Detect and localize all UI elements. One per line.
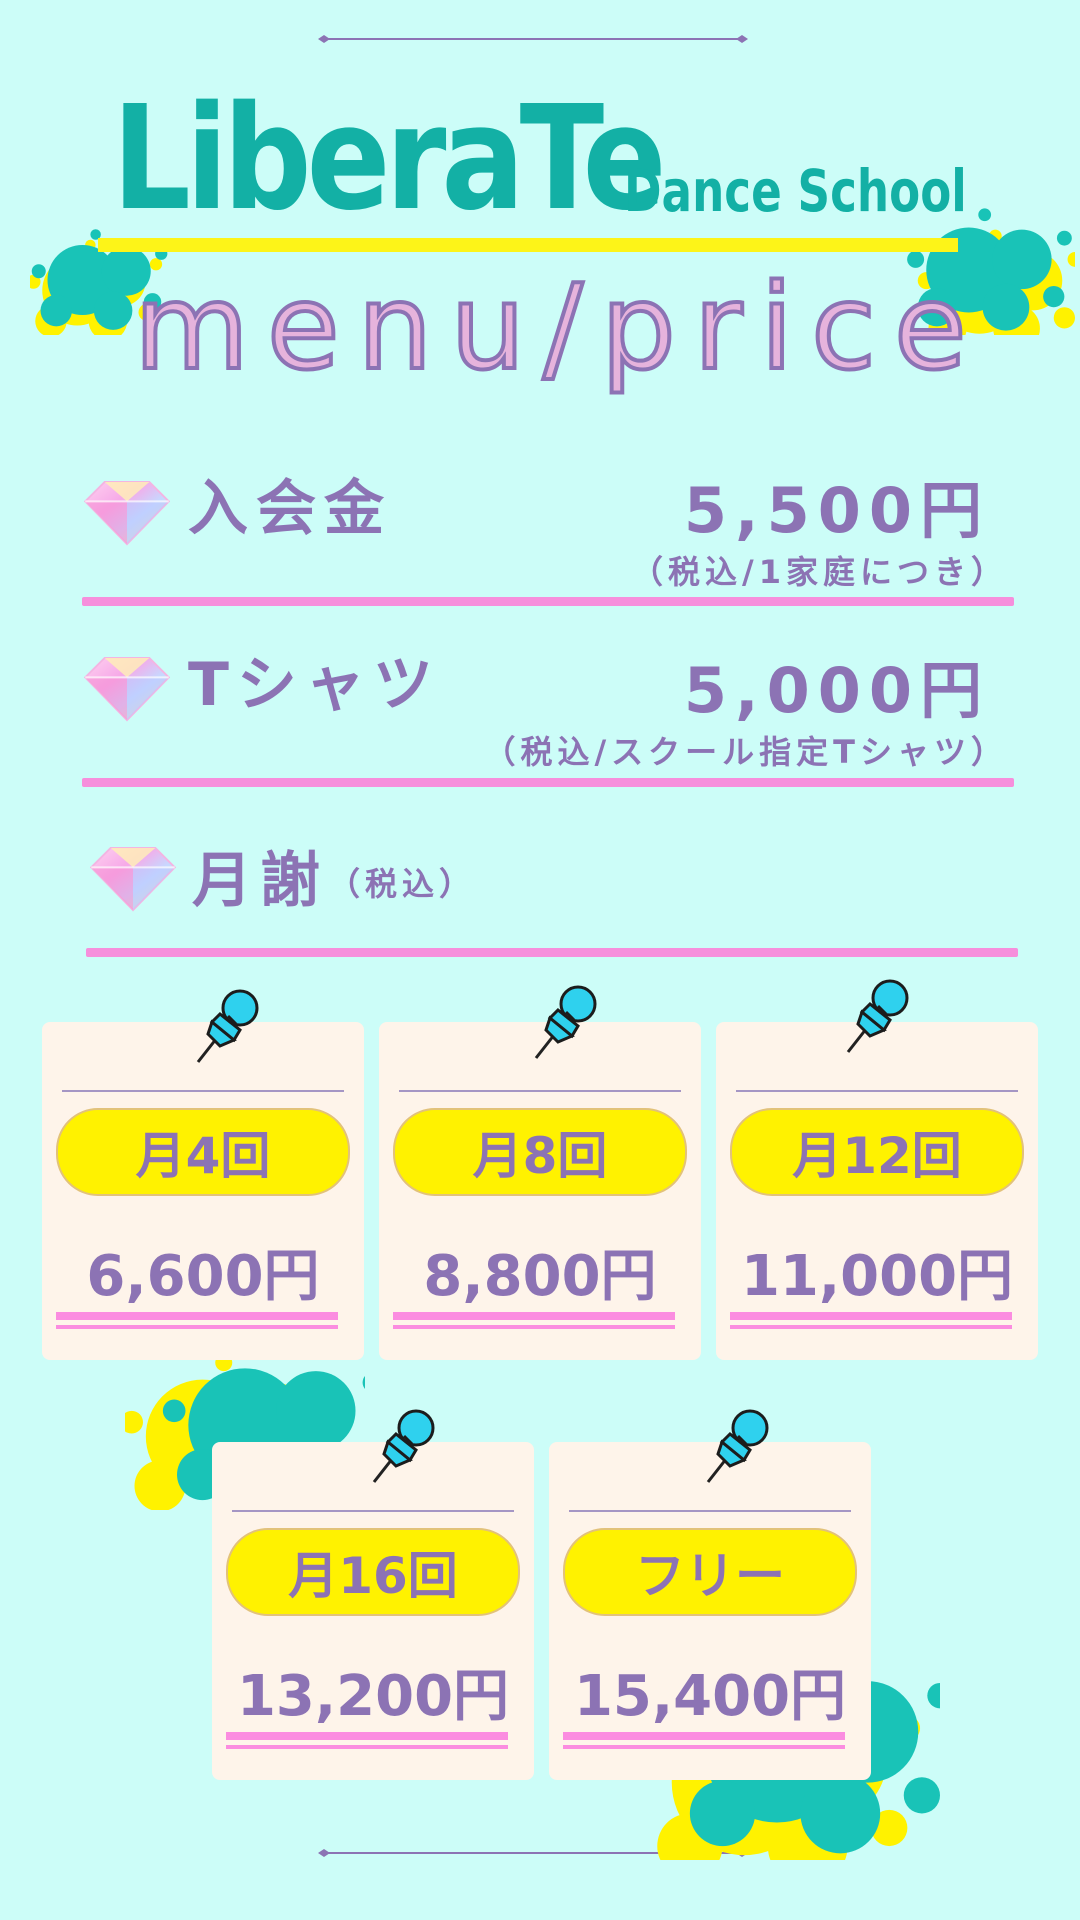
tshirt-fee-note: （税込/スクール指定Tシャツ） [483,733,1008,771]
plan-name-badge: 月4回 [56,1108,350,1196]
plan-name-badge: 月16回 [226,1528,520,1616]
plan-name-badge: フリー [563,1528,857,1616]
page-title: menu/price [132,258,985,396]
plan-card: 月16回 13,200円 [212,1442,534,1780]
price-underline [393,1312,675,1320]
plan-price: 13,200円 [236,1664,510,1729]
admission-fee-label: 入会金 [188,474,392,544]
price-underline [730,1312,1012,1320]
plan-name-badge: 月12回 [730,1108,1024,1196]
price-underline-thin [56,1325,338,1329]
admission-fee-price: 5,500円 [683,474,990,547]
diamond-icon [84,656,170,722]
monthly-fee-label: 月謝 [192,846,328,916]
divider [82,597,1014,606]
pushpin-icon [372,1409,435,1484]
price-underline-thin [563,1745,845,1749]
price-underline-thin [730,1325,1012,1329]
pushpin-icon [196,989,259,1064]
brand-underline [98,238,958,252]
card-rule [62,1090,344,1092]
plan-card: 月8回 8,800円 [379,1022,701,1360]
tshirt-fee-label: Tシャツ [188,650,441,720]
plan-name-badge: 月8回 [393,1108,687,1196]
card-rule [736,1090,1018,1092]
card-rule [569,1510,851,1512]
top-ornament-line [318,35,748,43]
plan-price: 15,400円 [573,1664,847,1729]
plan-card: 月4回 6,600円 [42,1022,364,1360]
pushpin-icon [846,979,909,1054]
divider [86,948,1018,957]
plan-price: 8,800円 [423,1244,657,1309]
divider [82,778,1014,787]
pushpin-icon [706,1409,769,1484]
price-underline [226,1732,508,1740]
pushpin-icon [534,985,597,1060]
card-rule [232,1510,514,1512]
brand-subtitle: Dance School [624,157,967,225]
plan-price: 6,600円 [86,1244,320,1309]
brand-logo-text: LiberaTe [112,74,667,242]
diamond-icon [90,846,176,912]
price-underline [563,1732,845,1740]
diamond-icon [84,480,170,546]
plan-card: 月12回 11,000円 [716,1022,1038,1360]
plan-price: 11,000円 [740,1244,1014,1309]
plan-card: フリー 15,400円 [549,1442,871,1780]
price-underline [56,1312,338,1320]
price-underline-thin [393,1325,675,1329]
monthly-fee-note: （税込） [328,865,477,903]
card-rule [399,1090,681,1092]
price-underline-thin [226,1745,508,1749]
admission-fee-note: （税込/1家庭につき） [631,553,1008,591]
tshirt-fee-price: 5,000円 [683,654,990,727]
